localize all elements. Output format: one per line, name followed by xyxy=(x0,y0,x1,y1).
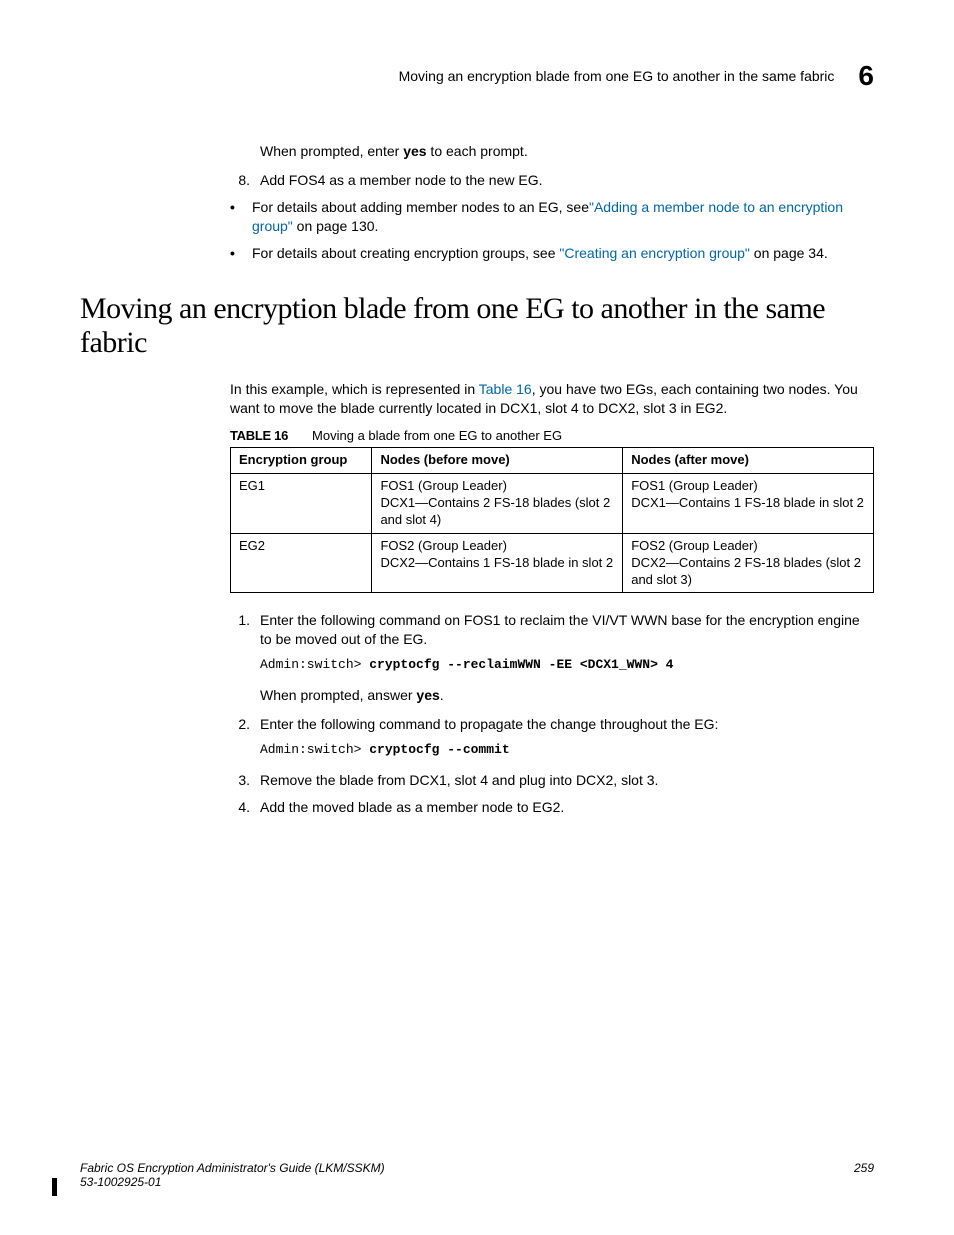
section-body: In this example, which is represented in… xyxy=(80,380,874,816)
step-text: Remove the blade from DCX1, slot 4 and p… xyxy=(260,771,658,790)
table-label: TABLE 16 xyxy=(230,428,288,443)
step-3: 3. Remove the blade from DCX1, slot 4 an… xyxy=(230,771,874,790)
text: DCX1—Contains 1 FS-18 blade in slot 2 xyxy=(631,495,864,510)
td: EG2 xyxy=(231,533,372,593)
chapter-number: 6 xyxy=(858,60,874,92)
table-title: Moving a blade from one EG to another EG xyxy=(312,428,562,443)
footer-doc-title: Fabric OS Encryption Administrator's Gui… xyxy=(80,1161,385,1175)
text: FOS2 (Group Leader) xyxy=(631,538,757,553)
step-number: 4. xyxy=(230,798,250,817)
step-2: 2. Enter the following command to propag… xyxy=(230,715,874,734)
code-prompt: Admin:switch> xyxy=(260,657,369,672)
th-nodes-before: Nodes (before move) xyxy=(372,448,623,474)
footer-page-number: 259 xyxy=(854,1161,874,1189)
text: to each prompt. xyxy=(427,143,528,159)
code-command: cryptocfg --reclaimWWN -EE <DCX1_WWN> 4 xyxy=(369,657,673,672)
text-bold: yes xyxy=(403,143,426,159)
text: FOS2 (Group Leader) xyxy=(380,538,506,553)
step-4: 4. Add the moved blade as a member node … xyxy=(230,798,874,817)
text: DCX1—Contains 2 FS-18 blades (slot 2 and… xyxy=(380,495,610,527)
bullet-item: • For details about creating encryption … xyxy=(230,244,874,263)
step-1: 1. Enter the following command on FOS1 t… xyxy=(230,611,874,649)
text: When prompted, enter xyxy=(260,143,403,159)
text: In this example, which is represented in xyxy=(230,381,479,397)
step-text: Add FOS4 as a member node to the new EG. xyxy=(260,171,542,190)
text: on page 130. xyxy=(293,218,379,234)
td: FOS2 (Group Leader) DCX2—Contains 1 FS-1… xyxy=(372,533,623,593)
prompt-line: When prompted, enter yes to each prompt. xyxy=(260,142,874,161)
page-header: Moving an encryption blade from one EG t… xyxy=(80,60,874,92)
section-heading: Moving an encryption blade from one EG t… xyxy=(80,292,874,360)
link-create-eg[interactable]: "Creating an encryption group" xyxy=(559,245,750,261)
text: DCX2—Contains 2 FS-18 blades (slot 2 and… xyxy=(631,555,861,587)
text: When prompted, answer xyxy=(260,687,416,703)
table-row: EG2 FOS2 (Group Leader) DCX2—Contains 1 … xyxy=(231,533,874,593)
text-bold: yes xyxy=(416,687,439,703)
section-intro: In this example, which is represented in… xyxy=(230,380,874,418)
bullet-text: For details about adding member nodes to… xyxy=(252,198,874,236)
header-title: Moving an encryption blade from one EG t… xyxy=(399,68,835,84)
page-footer: Fabric OS Encryption Administrator's Gui… xyxy=(80,1161,874,1189)
text: DCX2—Contains 1 FS-18 blade in slot 2 xyxy=(380,555,613,570)
code-block: Admin:switch> cryptocfg --commit xyxy=(260,742,874,757)
bullet-text: For details about creating encryption gr… xyxy=(252,244,828,263)
bullet-icon: • xyxy=(230,244,240,263)
text: . xyxy=(440,687,444,703)
text: on page 34. xyxy=(750,245,828,261)
text: FOS1 (Group Leader) xyxy=(631,478,757,493)
table-caption: TABLE 16 Moving a blade from one EG to an… xyxy=(230,428,874,443)
page: Moving an encryption blade from one EG t… xyxy=(0,0,954,1235)
step-number: 3. xyxy=(230,771,250,790)
step-text: Enter the following command to propagate… xyxy=(260,715,718,734)
step-number: 8. xyxy=(230,171,250,190)
step-text: Add the moved blade as a member node to … xyxy=(260,798,564,817)
td: FOS2 (Group Leader) DCX2—Contains 2 FS-1… xyxy=(623,533,874,593)
td: FOS1 (Group Leader) DCX1—Contains 1 FS-1… xyxy=(623,474,874,534)
text: For details about creating encryption gr… xyxy=(252,245,559,261)
crop-mark-icon xyxy=(52,1178,62,1201)
bullet-icon: • xyxy=(230,198,240,236)
td: FOS1 (Group Leader) DCX1—Contains 2 FS-1… xyxy=(372,474,623,534)
text: For details about adding member nodes to… xyxy=(252,199,589,215)
code-prompt: Admin:switch> xyxy=(260,742,369,757)
step-8: 8. Add FOS4 as a member node to the new … xyxy=(230,171,874,190)
footer-left: Fabric OS Encryption Administrator's Gui… xyxy=(80,1161,385,1189)
table-header-row: Encryption group Nodes (before move) Nod… xyxy=(231,448,874,474)
footer-doc-id: 53-1002925-01 xyxy=(80,1175,161,1189)
bullet-item: • For details about adding member nodes … xyxy=(230,198,874,236)
step-number: 2. xyxy=(230,715,250,734)
th-encryption-group: Encryption group xyxy=(231,448,372,474)
th-nodes-after: Nodes (after move) xyxy=(623,448,874,474)
code-command: cryptocfg --commit xyxy=(369,742,509,757)
table-16: Encryption group Nodes (before move) Nod… xyxy=(230,447,874,593)
td: EG1 xyxy=(231,474,372,534)
step-number: 1. xyxy=(230,611,250,649)
link-table16[interactable]: Table 16 xyxy=(479,381,532,397)
table-row: EG1 FOS1 (Group Leader) DCX1—Contains 2 … xyxy=(231,474,874,534)
text: FOS1 (Group Leader) xyxy=(380,478,506,493)
continuation-block: When prompted, enter yes to each prompt.… xyxy=(80,142,874,262)
step-1-after: When prompted, answer yes. xyxy=(260,686,874,705)
step-text: Enter the following command on FOS1 to r… xyxy=(260,611,874,649)
code-block: Admin:switch> cryptocfg --reclaimWWN -EE… xyxy=(260,657,874,672)
